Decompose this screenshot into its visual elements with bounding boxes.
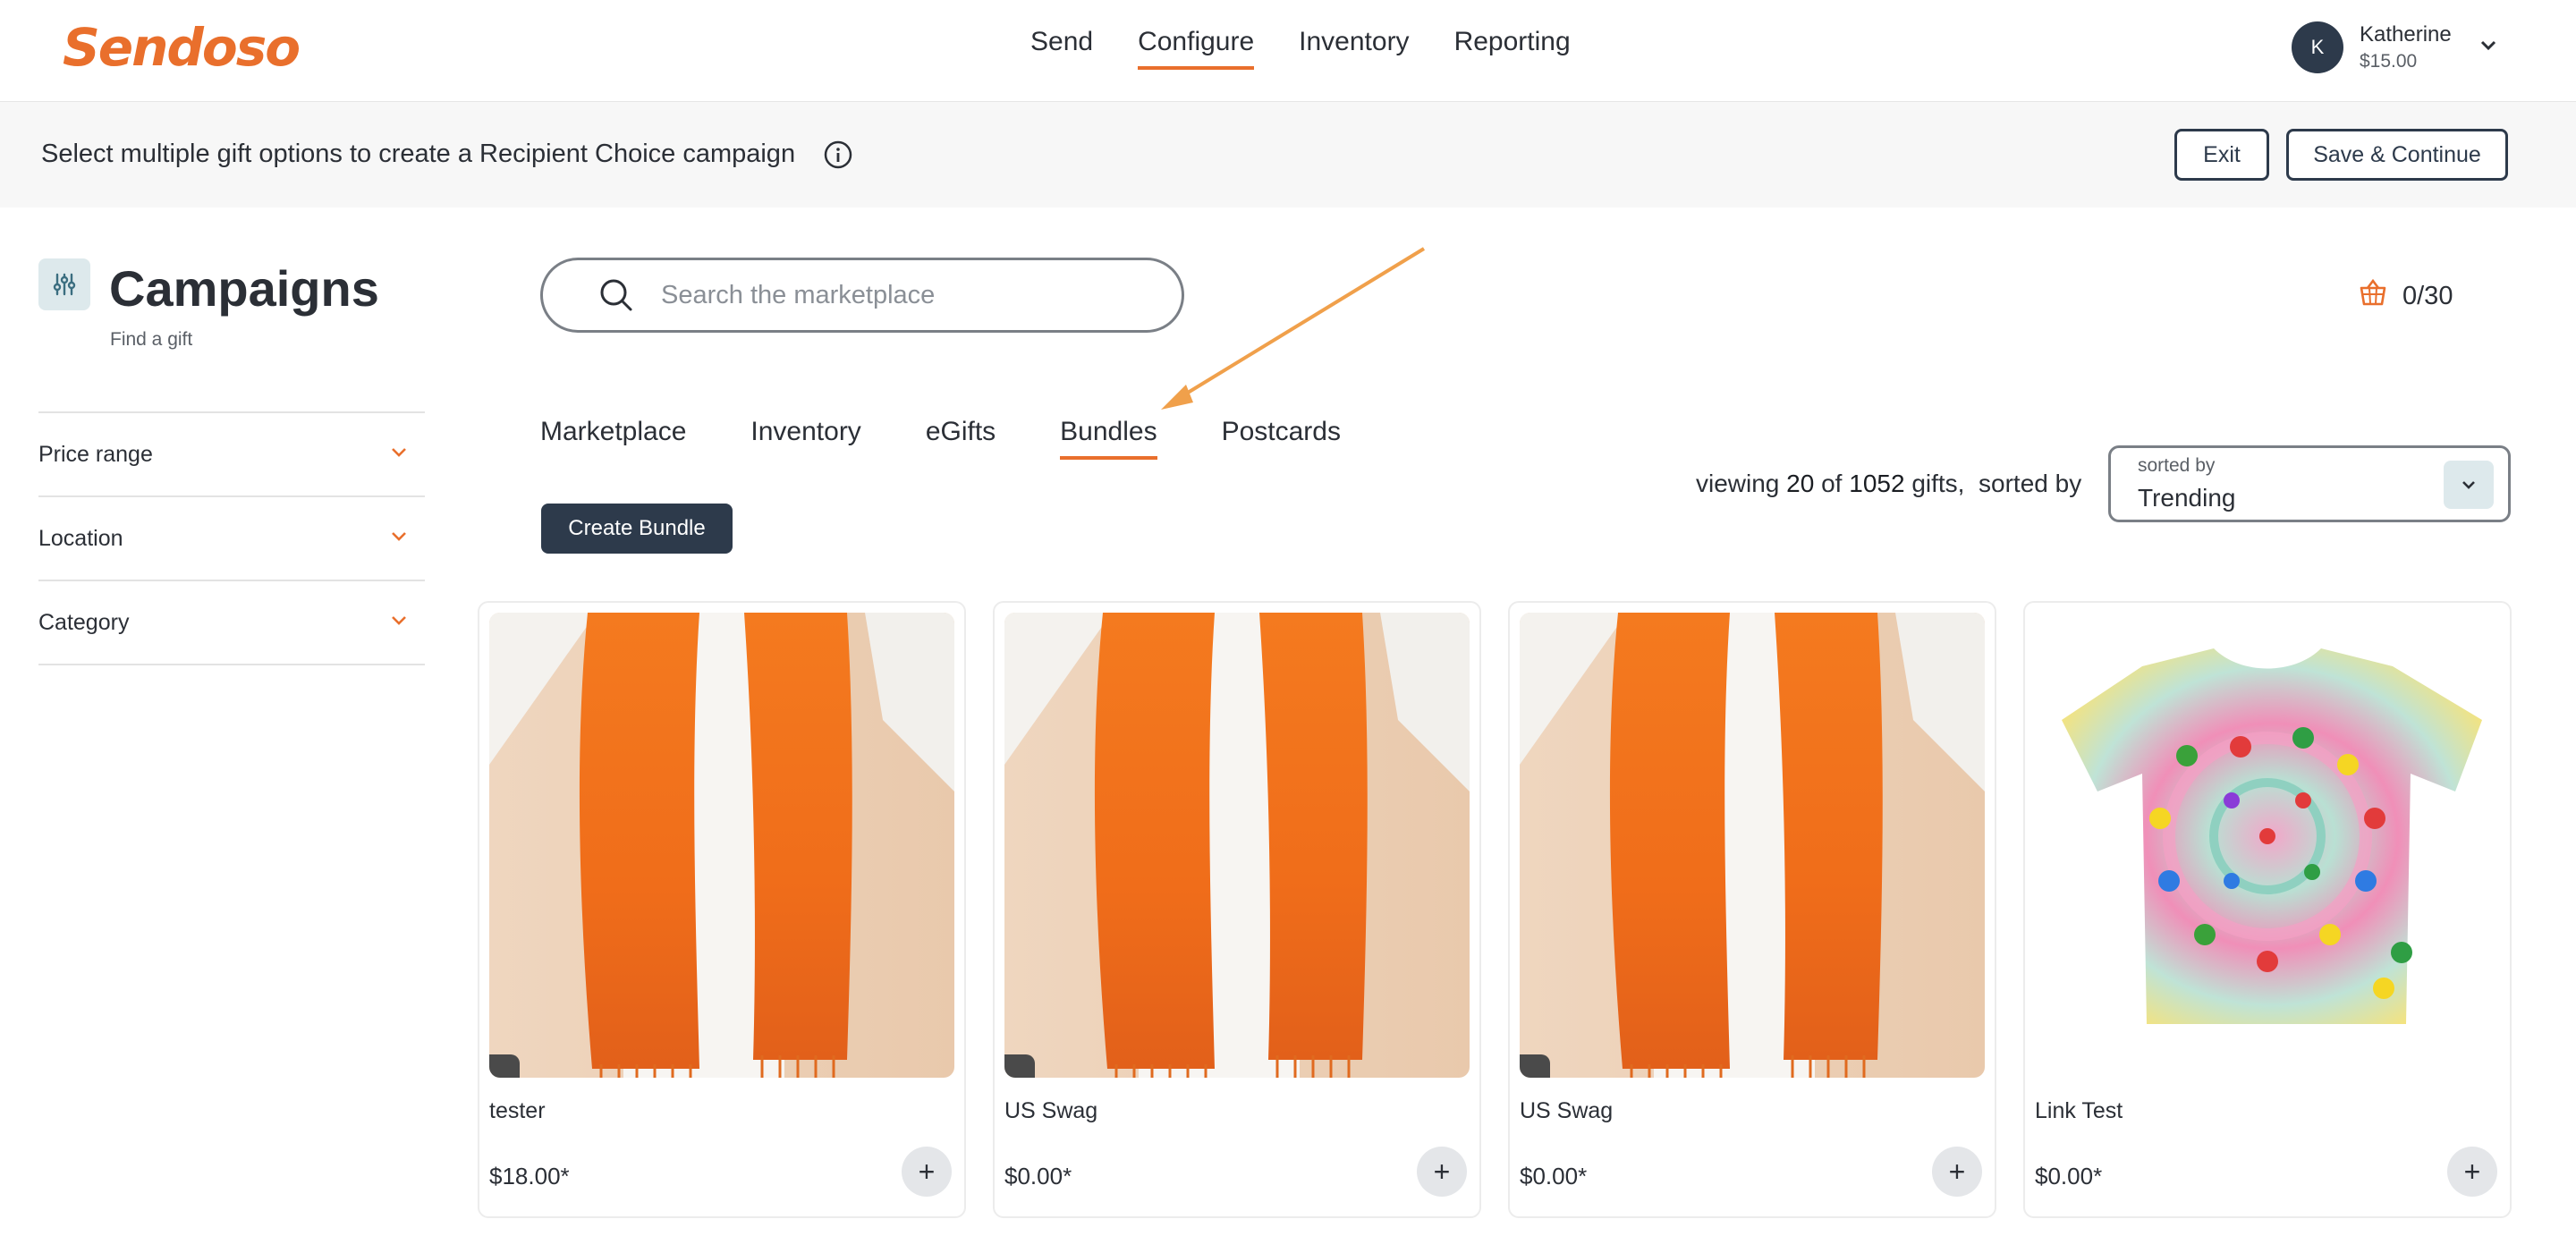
page-subtitle: Find a gift (110, 329, 193, 350)
filter-label: Location (38, 525, 123, 551)
results-summary: viewing 20 of 1052 gifts, sorted by (1696, 470, 2081, 498)
product-price: $0.00* (1004, 1163, 1072, 1189)
basket-icon (2358, 277, 2388, 315)
create-bundle-button[interactable]: Create Bundle (541, 504, 733, 554)
chevron-down-icon (389, 527, 409, 551)
save-continue-button[interactable]: Save & Continue (2286, 129, 2508, 181)
product-card[interactable]: US Swag $0.00* + (1508, 601, 1996, 1218)
filter-category[interactable]: Category (38, 581, 425, 665)
tab-marketplace[interactable]: Marketplace (540, 417, 686, 460)
filters-icon (38, 258, 90, 310)
page-title: Campaigns (109, 260, 379, 317)
media-badge (489, 1054, 520, 1078)
cart-count: 0/30 (2402, 281, 2453, 310)
product-title[interactable]: US Swag (1520, 1098, 1613, 1124)
chevron-down-icon[interactable] (2444, 461, 2494, 509)
nav-configure[interactable]: Configure (1138, 27, 1255, 70)
avatar: K (2292, 21, 2343, 73)
tab-egifts[interactable]: eGifts (926, 417, 996, 460)
results-shown: 20 (1786, 470, 1815, 497)
search-input[interactable] (661, 280, 1162, 310)
filter-price-range[interactable]: Price range (38, 413, 425, 497)
user-menu[interactable]: K Katherine $15.00 (2292, 21, 2498, 73)
product-image-tie-dye-tshirt[interactable] (2035, 613, 2500, 1078)
top-navigation: Sendoso Send Configure Inventory Reporti… (0, 0, 2576, 102)
sort-label: sorted by (2138, 455, 2216, 476)
gift-tabs: Marketplace Inventory eGifts Bundles Pos… (540, 417, 1341, 460)
user-balance: $15.00 (2360, 51, 2418, 72)
logo-text: Sendoso (63, 17, 301, 78)
annotation-arrow (1161, 247, 1426, 410)
sort-select[interactable]: sorted by Trending (2108, 445, 2511, 522)
product-image-orange-scarf[interactable] (489, 613, 954, 1078)
info-icon[interactable] (823, 140, 853, 170)
product-price: $0.00* (1520, 1163, 1588, 1189)
user-info: Katherine $15.00 (2360, 22, 2452, 72)
product-image-orange-scarf[interactable] (1004, 613, 1470, 1078)
sendoso-logo[interactable]: Sendoso (63, 16, 301, 79)
nav-inventory[interactable]: Inventory (1299, 27, 1409, 70)
media-badge (1004, 1054, 1035, 1078)
tab-inventory[interactable]: Inventory (750, 417, 860, 460)
selection-cart[interactable]: 0/30 (2358, 277, 2453, 315)
add-gift-button[interactable]: + (902, 1147, 952, 1197)
search-bar (540, 258, 1184, 333)
chevron-down-icon (389, 443, 409, 467)
product-price: $18.00* (489, 1163, 570, 1189)
filter-panel: Price range Location Category (38, 411, 425, 665)
product-image-orange-scarf[interactable] (1520, 613, 1985, 1078)
results-suffix: gifts, (1911, 470, 1965, 497)
viewing-prefix: viewing (1696, 470, 1780, 497)
product-title[interactable]: tester (489, 1098, 546, 1124)
sorted-by-text: sorted by (1979, 470, 2082, 497)
main-nav: Send Configure Inventory Reporting (1030, 27, 1571, 70)
sort-value: Trending (2138, 484, 2236, 512)
chevron-down-icon[interactable] (2479, 36, 2498, 60)
tab-bundles[interactable]: Bundles (1060, 417, 1157, 460)
product-card[interactable]: tester $18.00* + (478, 601, 966, 1218)
product-title[interactable]: US Swag (1004, 1098, 1097, 1124)
add-gift-button[interactable]: + (1417, 1147, 1467, 1197)
add-gift-button[interactable]: + (1932, 1147, 1982, 1197)
filter-label: Category (38, 609, 130, 635)
chevron-down-icon (389, 611, 409, 635)
search-icon (597, 275, 636, 315)
filter-location[interactable]: Location (38, 497, 425, 581)
product-card[interactable]: US Swag $0.00* + (993, 601, 1481, 1218)
results-of: of (1821, 470, 1843, 497)
product-card[interactable]: Link Test $0.00* + (2023, 601, 2512, 1218)
product-price: $0.00* (2035, 1163, 2103, 1189)
user-name: Katherine (2360, 22, 2452, 47)
nav-reporting[interactable]: Reporting (1454, 27, 1571, 70)
exit-button[interactable]: Exit (2174, 129, 2269, 181)
product-title[interactable]: Link Test (2035, 1098, 2123, 1124)
campaign-instructions: Select multiple gift options to create a… (41, 140, 796, 168)
nav-send[interactable]: Send (1030, 27, 1093, 70)
results-total: 1052 (1849, 470, 1905, 497)
media-badge (1520, 1054, 1550, 1078)
add-gift-button[interactable]: + (2447, 1147, 2497, 1197)
tab-postcards[interactable]: Postcards (1222, 417, 1341, 460)
filter-label: Price range (38, 441, 153, 467)
